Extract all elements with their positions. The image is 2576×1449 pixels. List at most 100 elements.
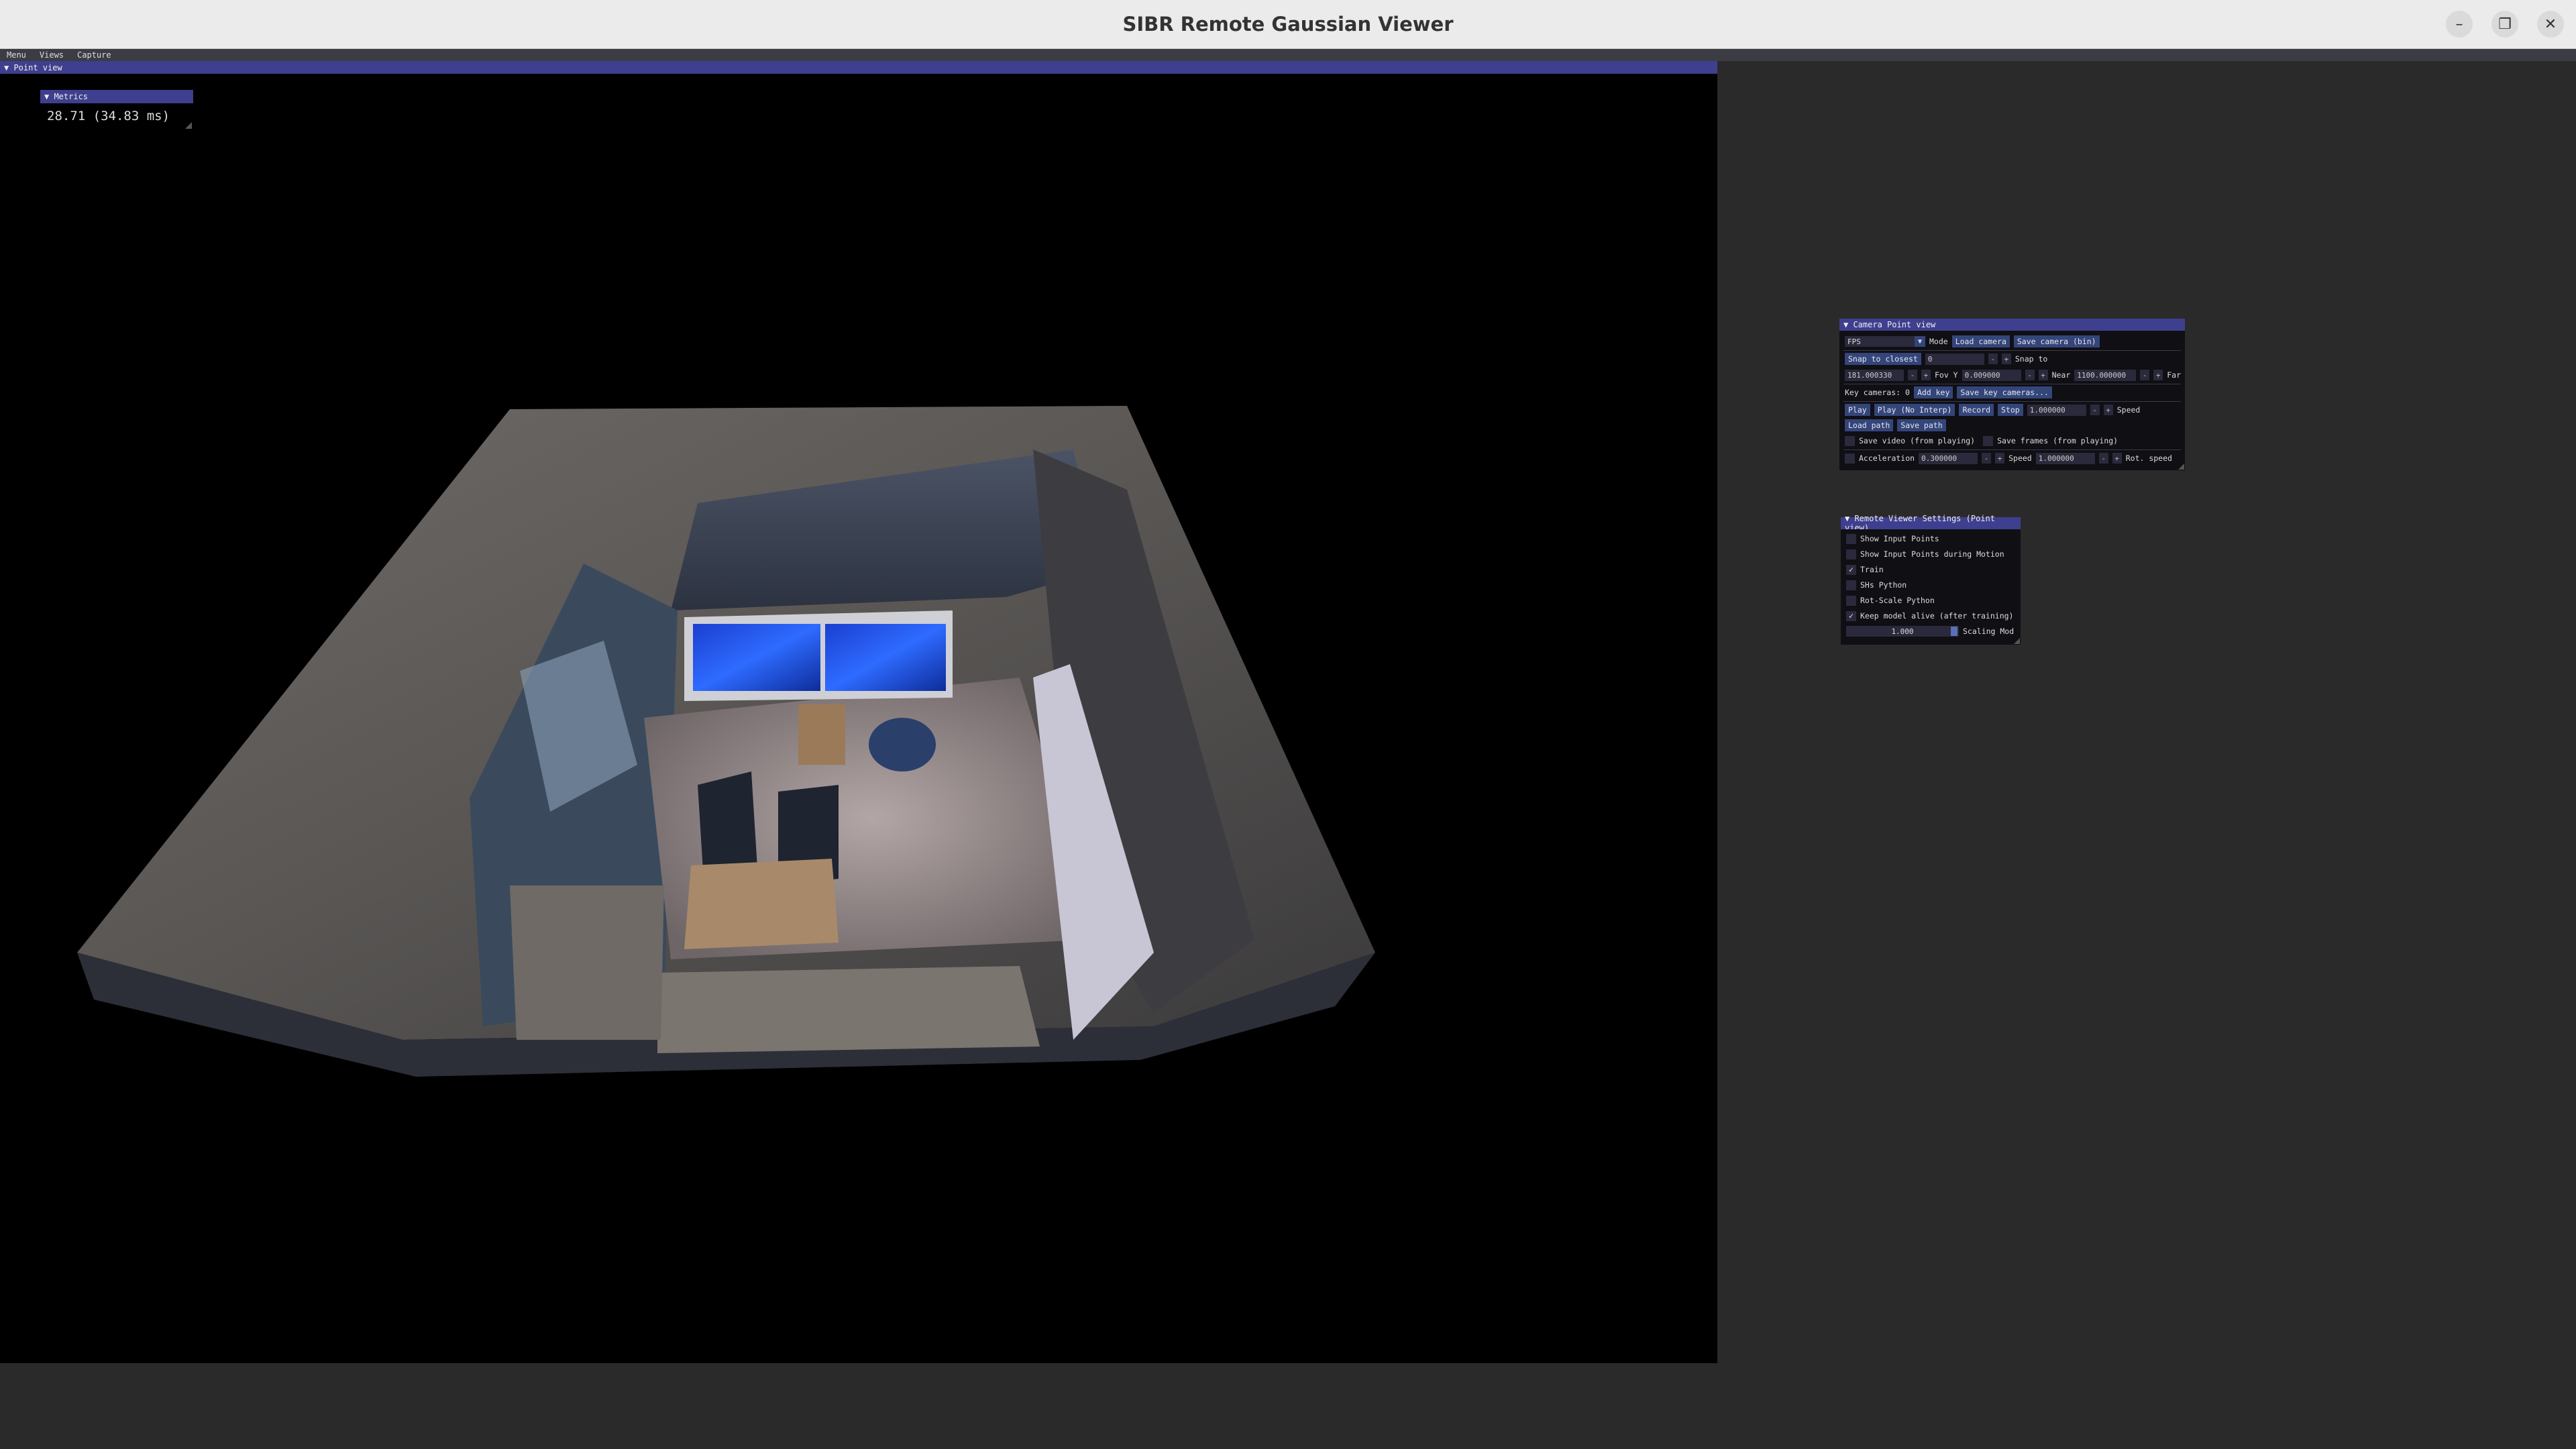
setting-row: Show Input Points during Motion: [1846, 547, 2017, 561]
menu-bar: Menu Views Capture: [0, 49, 2576, 61]
slider-grab-handle[interactable]: [1951, 627, 1957, 636]
mode-label: Mode: [1929, 337, 1948, 346]
gaussian-scene-render: [77, 406, 1375, 1077]
far-minus-button[interactable]: -: [2140, 370, 2150, 380]
scaling-modifier-slider[interactable]: 1.000: [1846, 626, 1959, 637]
near-plus-button[interactable]: +: [2038, 370, 2048, 380]
rot-speed-label: Rot. speed: [2125, 453, 2172, 463]
acceleration-label: Acceleration: [1859, 453, 1915, 463]
resize-grip-icon[interactable]: [185, 122, 192, 129]
snap-index-field[interactable]: 0: [1925, 353, 1984, 365]
move-speed-minus-button[interactable]: -: [2098, 453, 2108, 464]
menu-item-views[interactable]: Views: [33, 50, 70, 60]
play-no-interp-button[interactable]: Play (No Interp): [1874, 404, 1955, 416]
motion-row: Acceleration 0.300000 - + Speed 1.000000…: [1845, 451, 2181, 465]
resize-grip-icon[interactable]: [2178, 464, 2184, 470]
stop-button[interactable]: Stop: [1998, 404, 2023, 416]
save-path-button[interactable]: Save path: [1897, 419, 1946, 431]
save-video-label: Save video (from playing): [1859, 436, 1976, 445]
train-label: Train: [1860, 565, 1884, 574]
show-input-points-checkbox[interactable]: [1846, 533, 1856, 544]
setting-row: ✓ Train: [1846, 563, 2017, 576]
camera-mode-row: FPS ▼ Mode Load camera Save camera (bin): [1845, 335, 2181, 348]
far-plus-button[interactable]: +: [2153, 370, 2163, 380]
scaling-value: 1.000: [1891, 627, 1914, 636]
setting-row: ✓ Keep model alive (after training): [1846, 609, 2017, 623]
load-path-button[interactable]: Load path: [1845, 419, 1894, 431]
camera-panel: FPS ▼ Mode Load camera Save camera (bin) …: [1839, 331, 2185, 470]
shs-python-label: SHs Python: [1860, 580, 1907, 590]
window-titlebar: SIBR Remote Gaussian Viewer – ❐ ✕: [0, 0, 2576, 49]
add-key-button[interactable]: Add key: [1913, 386, 1953, 398]
move-speed-plus-button[interactable]: +: [2112, 453, 2122, 464]
save-frames-checkbox[interactable]: [1983, 435, 1994, 446]
rot-scale-python-checkbox[interactable]: [1846, 595, 1856, 606]
far-field[interactable]: 1100.000000: [2074, 369, 2137, 381]
acceleration-checkbox[interactable]: [1845, 453, 1855, 464]
fov-label: Fov Y: [1934, 370, 1958, 380]
save-options-row: Save video (from playing) Save frames (f…: [1845, 434, 2181, 447]
snap-to-closest-button[interactable]: Snap to closest: [1845, 353, 1921, 365]
keep-model-alive-checkbox[interactable]: ✓: [1846, 610, 1856, 621]
setting-row: SHs Python: [1846, 578, 2017, 592]
speed-plus-button[interactable]: +: [2103, 405, 2113, 415]
menu-item-menu[interactable]: Menu: [0, 50, 33, 60]
save-frames-label: Save frames (from playing): [1997, 436, 2118, 445]
menu-item-capture[interactable]: Capture: [70, 50, 118, 60]
show-points-motion-checkbox[interactable]: [1846, 549, 1856, 559]
fov-minus-button[interactable]: -: [1907, 370, 1917, 380]
keep-model-alive-label: Keep model alive (after training): [1860, 611, 2014, 621]
render-viewport[interactable]: [0, 74, 1717, 1363]
close-icon[interactable]: ✕: [2537, 11, 2564, 38]
snap-to-label: Snap to: [2015, 354, 2048, 364]
playback-speed-label: Speed: [2116, 405, 2141, 415]
metrics-title: ▼ Metrics: [44, 92, 89, 101]
acceleration-minus-button[interactable]: -: [1982, 453, 1992, 464]
snap-minus-button[interactable]: -: [1988, 354, 1998, 364]
setting-row: Rot-Scale Python: [1846, 594, 2017, 607]
settings-panel: Show Input Points Show Input Points duri…: [1841, 529, 2021, 645]
point-view-header[interactable]: ▼ Point view: [0, 61, 1717, 74]
separator: [1843, 449, 2181, 450]
separator: [1843, 401, 2181, 402]
fov-field[interactable]: 181.000330: [1845, 369, 1904, 381]
key-cameras-count: Key cameras: 0: [1845, 388, 1910, 397]
camera-mode-select[interactable]: FPS ▼: [1845, 336, 1925, 347]
playback-speed-field[interactable]: 1.000000: [2027, 404, 2086, 416]
camera-mode-value: FPS: [1847, 337, 1861, 346]
near-field[interactable]: 0.009000: [1962, 369, 2021, 381]
minimize-icon[interactable]: –: [2446, 11, 2473, 38]
near-minus-button[interactable]: -: [2025, 370, 2035, 380]
record-button[interactable]: Record: [1959, 404, 1994, 416]
path-row: Load path Save path: [1845, 419, 2181, 432]
key-cameras-row: Key cameras: 0 Add key Save key cameras.…: [1845, 386, 2181, 399]
near-label: Near: [2051, 370, 2071, 380]
shs-python-checkbox[interactable]: [1846, 580, 1856, 590]
speed-minus-button[interactable]: -: [2090, 405, 2100, 415]
scaling-label: Scaling Mod: [1963, 627, 2015, 636]
resize-grip-icon[interactable]: [2014, 638, 2020, 644]
fps-readout: 28.71 (34.83 ms): [47, 109, 170, 123]
save-video-checkbox[interactable]: [1845, 435, 1855, 446]
setting-row: Show Input Points: [1846, 532, 2017, 545]
window-title: SIBR Remote Gaussian Viewer: [1122, 13, 1454, 36]
playback-row: Play Play (No Interp) Record Stop 1.0000…: [1845, 403, 2181, 417]
metrics-panel: 28.71 (34.83 ms): [40, 103, 193, 130]
acceleration-plus-button[interactable]: +: [1995, 453, 2005, 464]
move-speed-field[interactable]: 1.000000: [2035, 452, 2095, 464]
snap-plus-button[interactable]: +: [2001, 354, 2011, 364]
camera-panel-header[interactable]: ▼ Camera Point view: [1839, 319, 2185, 331]
far-label: Far: [2167, 370, 2182, 380]
load-camera-button[interactable]: Load camera: [1951, 335, 2010, 347]
maximize-icon[interactable]: ❐: [2491, 11, 2518, 38]
save-camera-button[interactable]: Save camera (bin): [2013, 335, 2100, 347]
settings-panel-header[interactable]: ▼ Remote Viewer Settings (Point view): [1841, 514, 2021, 533]
acceleration-field[interactable]: 0.300000: [1919, 452, 1978, 464]
metrics-header[interactable]: ▼ Metrics: [40, 90, 193, 103]
play-button[interactable]: Play: [1845, 404, 1870, 416]
train-checkbox[interactable]: ✓: [1846, 564, 1856, 575]
rot-scale-python-label: Rot-Scale Python: [1860, 596, 1935, 605]
point-view-title: ▼ Point view: [4, 62, 62, 72]
fov-plus-button[interactable]: +: [1921, 370, 1931, 380]
save-key-cameras-button[interactable]: Save key cameras...: [1957, 386, 2052, 398]
